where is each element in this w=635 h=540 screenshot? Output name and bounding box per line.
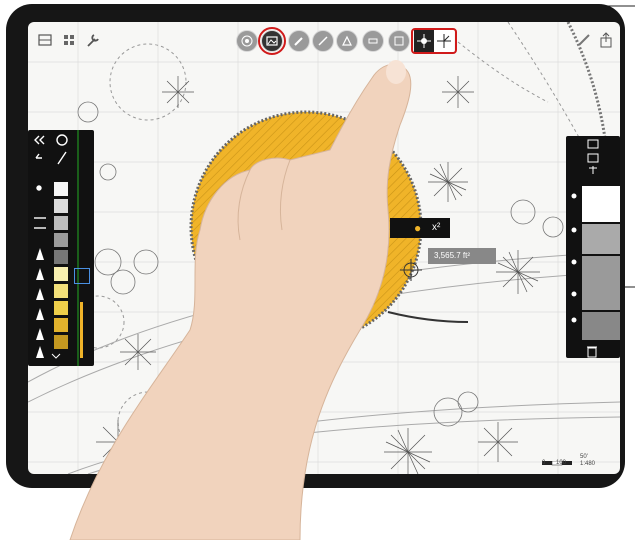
tutorial-illustration: ● x² 3,565.7 ft² 0 100 50' 1:480 xyxy=(0,0,635,540)
hand-illustration xyxy=(69,60,412,540)
